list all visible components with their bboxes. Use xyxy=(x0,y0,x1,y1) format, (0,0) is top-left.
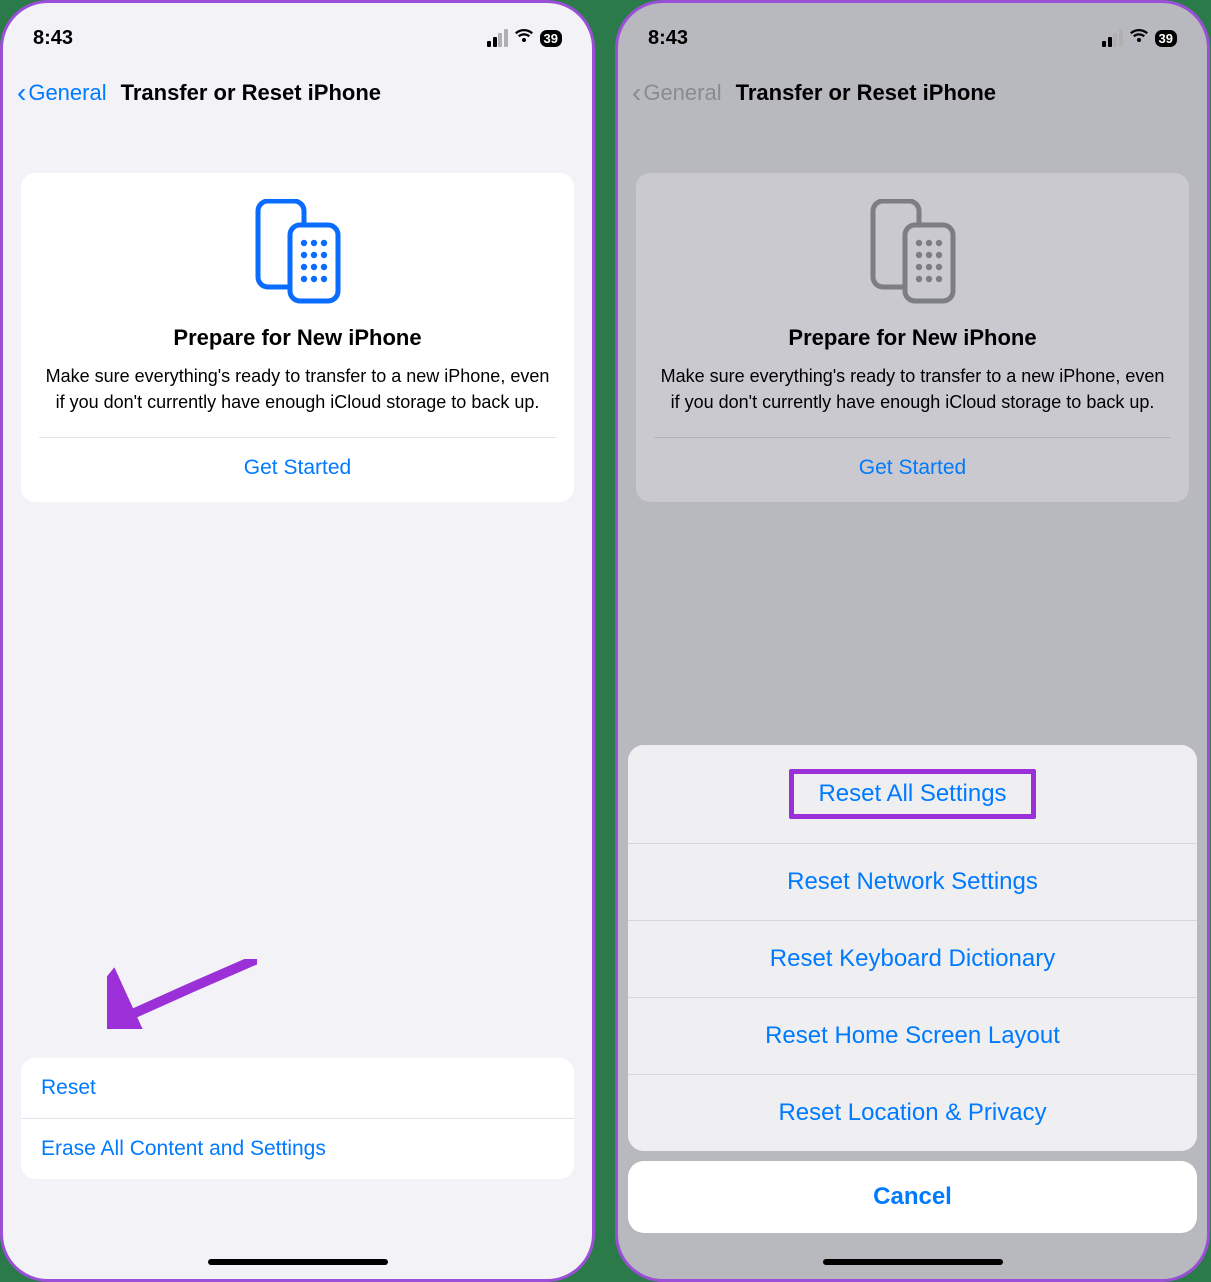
reset-keyboard-dictionary-button[interactable]: Reset Keyboard Dictionary xyxy=(628,921,1197,998)
cellular-icon xyxy=(487,29,508,47)
status-bar: 8:43 39 xyxy=(3,3,592,63)
page-title: Transfer or Reset iPhone xyxy=(736,80,996,106)
status-time: 8:43 xyxy=(648,27,688,50)
chevron-left-icon: ‹ xyxy=(17,77,26,109)
erase-all-button[interactable]: Erase All Content and Settings xyxy=(21,1119,574,1179)
prepare-description: Make sure everything's ready to transfer… xyxy=(39,363,556,437)
screenshot-right: 8:43 39 ‹ General Transfer or Reset iPho… xyxy=(615,0,1210,1282)
reset-options-list: Reset Erase All Content and Settings xyxy=(21,1058,574,1179)
back-label: General xyxy=(28,80,106,106)
nav-bar: ‹ General Transfer or Reset iPhone xyxy=(3,63,592,123)
transfer-devices-icon xyxy=(654,199,1171,305)
prepare-card: Prepare for New iPhone Make sure everyth… xyxy=(636,173,1189,502)
page-title: Transfer or Reset iPhone xyxy=(121,80,381,106)
highlight-annotation: Reset All Settings xyxy=(789,769,1035,819)
home-indicator[interactable] xyxy=(823,1259,1003,1265)
get-started-button: Get Started xyxy=(654,438,1171,502)
reset-location-privacy-button[interactable]: Reset Location & Privacy xyxy=(628,1075,1197,1151)
wifi-icon xyxy=(514,28,534,49)
status-time: 8:43 xyxy=(33,27,73,50)
reset-network-settings-button[interactable]: Reset Network Settings xyxy=(628,844,1197,921)
reset-all-settings-button[interactable]: Reset All Settings xyxy=(628,745,1197,844)
transfer-devices-icon xyxy=(39,199,556,305)
status-bar: 8:43 39 xyxy=(618,3,1207,63)
status-right: 39 xyxy=(487,28,562,49)
prepare-description: Make sure everything's ready to transfer… xyxy=(654,363,1171,437)
chevron-left-icon: ‹ xyxy=(632,77,641,109)
back-button: ‹ General xyxy=(632,77,722,109)
nav-bar: ‹ General Transfer or Reset iPhone xyxy=(618,63,1207,123)
reset-button[interactable]: Reset xyxy=(21,1058,574,1119)
prepare-title: Prepare for New iPhone xyxy=(39,325,556,351)
cellular-icon xyxy=(1102,29,1123,47)
prepare-card: Prepare for New iPhone Make sure everyth… xyxy=(21,173,574,502)
screenshot-left: 8:43 39 ‹ General Transfer or Reset iPho… xyxy=(0,0,595,1282)
battery-icon: 39 xyxy=(1155,30,1177,47)
get-started-button[interactable]: Get Started xyxy=(39,438,556,502)
back-label: General xyxy=(643,80,721,106)
wifi-icon xyxy=(1129,28,1149,49)
cancel-button[interactable]: Cancel xyxy=(628,1161,1197,1233)
home-indicator[interactable] xyxy=(208,1259,388,1265)
status-right: 39 xyxy=(1102,28,1177,49)
battery-icon: 39 xyxy=(540,30,562,47)
action-sheet: Reset All Settings Reset Network Setting… xyxy=(628,745,1197,1261)
action-sheet-group: Reset All Settings Reset Network Setting… xyxy=(628,745,1197,1151)
back-button[interactable]: ‹ General xyxy=(17,77,107,109)
reset-home-screen-layout-button[interactable]: Reset Home Screen Layout xyxy=(628,998,1197,1075)
prepare-title: Prepare for New iPhone xyxy=(654,325,1171,351)
